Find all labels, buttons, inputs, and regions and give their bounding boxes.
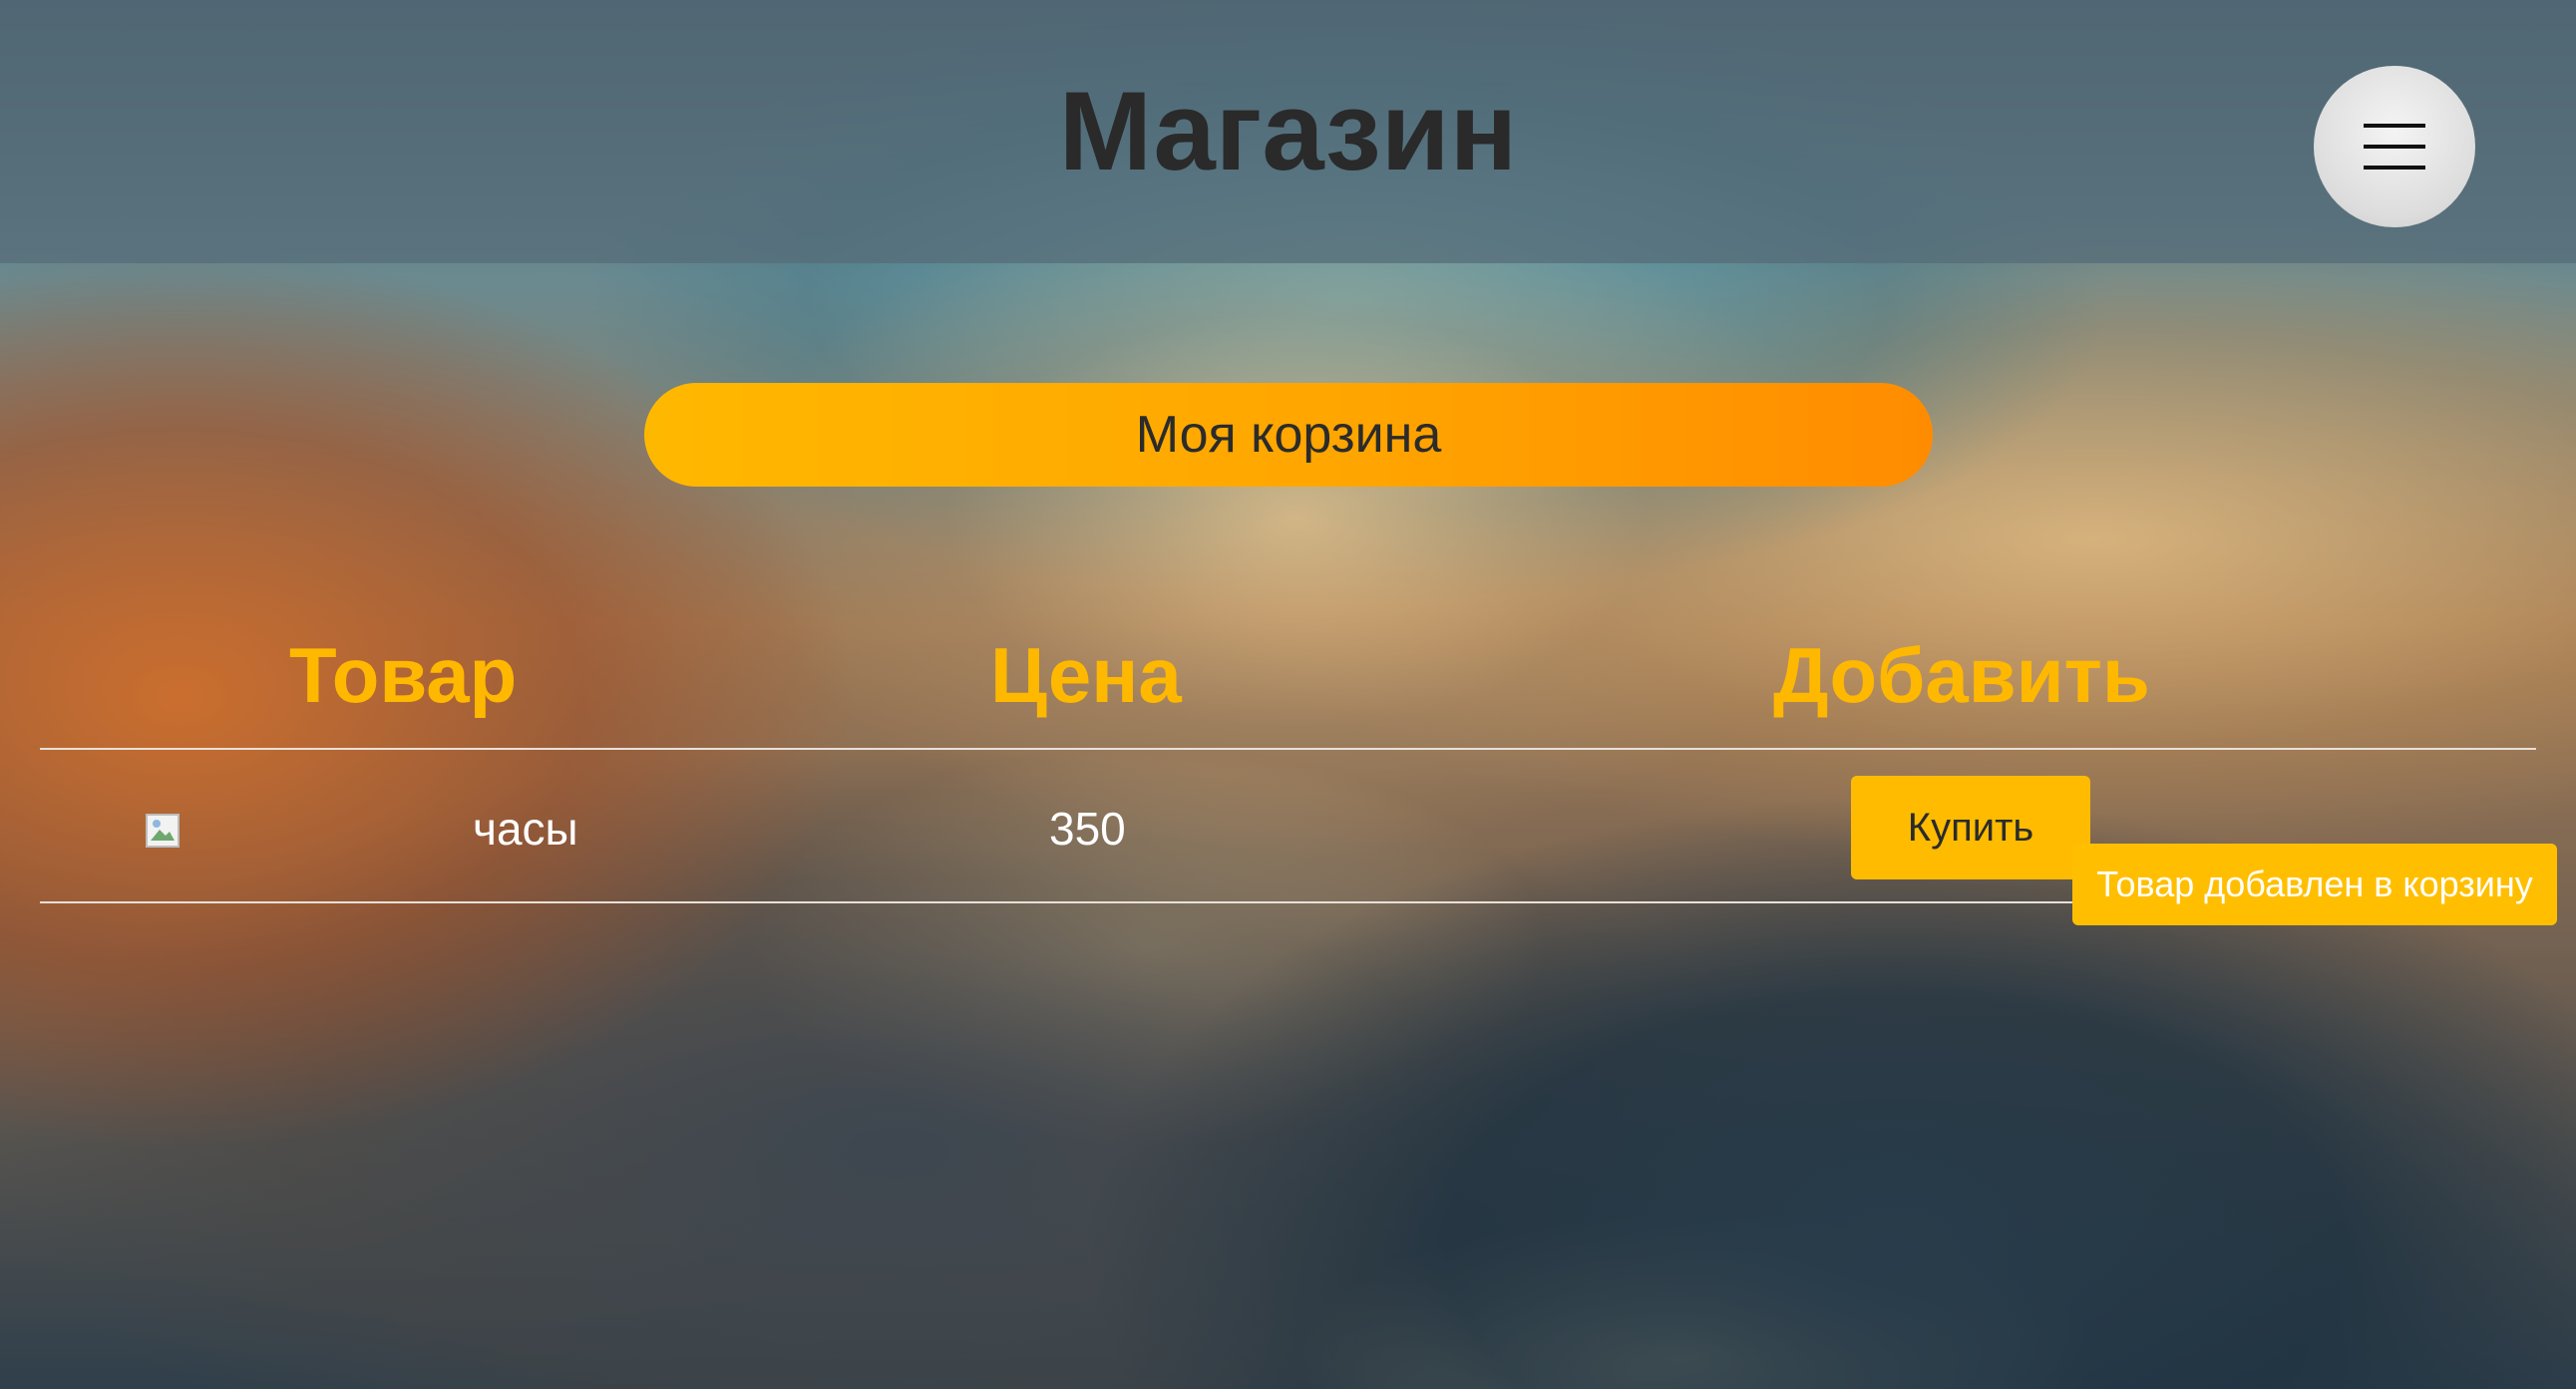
my-cart-button[interactable]: Моя корзина	[644, 383, 1933, 487]
column-header-add: Добавить	[1773, 631, 2150, 719]
page-title: Магазин	[1058, 69, 1518, 193]
product-price: 350	[1049, 803, 1126, 855]
product-name: часы	[473, 803, 578, 855]
table-header: Товар Цена Добавить	[40, 608, 2536, 748]
hamburger-menu-icon	[2364, 124, 2425, 170]
menu-button[interactable]	[2314, 66, 2475, 227]
header-bar: Магазин	[0, 0, 2576, 263]
buy-button[interactable]: Купить	[1851, 776, 2090, 879]
column-header-product: Товар	[289, 631, 518, 719]
broken-image-icon	[146, 814, 180, 848]
added-to-cart-notification: Товар добавлен в корзину	[2072, 844, 2557, 925]
column-header-price: Цена	[990, 631, 1182, 719]
